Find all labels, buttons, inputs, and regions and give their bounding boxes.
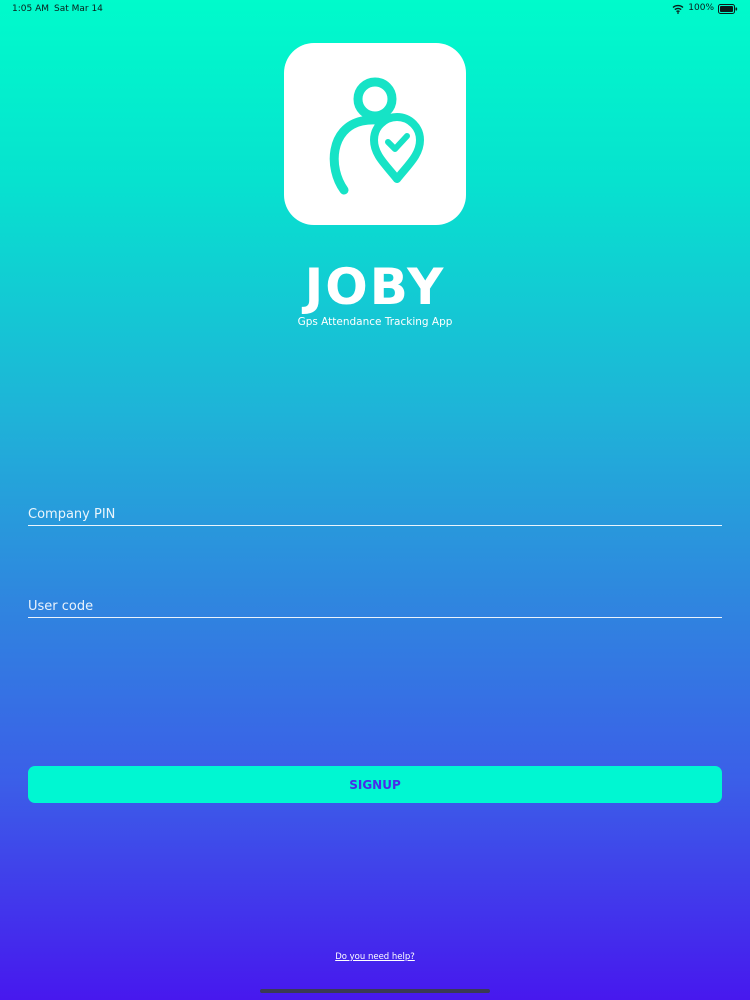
status-time: 1:05 AM — [12, 4, 49, 14]
wifi-icon — [672, 4, 684, 14]
status-bar: 1:05 AM Sat Mar 14 100% — [0, 0, 750, 18]
user-code-input[interactable] — [28, 595, 722, 618]
person-location-check-icon — [329, 77, 424, 195]
app-logo — [284, 43, 466, 225]
status-indicators: 100% — [672, 3, 738, 14]
battery-icon — [718, 3, 738, 14]
battery-percent: 100% — [688, 3, 714, 13]
app-title: JOBY — [304, 258, 446, 316]
company-pin-field — [28, 503, 722, 526]
status-date: Sat Mar 14 — [54, 4, 103, 14]
home-indicator[interactable] — [260, 989, 490, 993]
signup-button[interactable]: SIGNUP — [28, 766, 722, 803]
user-code-field — [28, 595, 722, 618]
app-subtitle: Gps Attendance Tracking App — [297, 316, 453, 328]
help-link[interactable]: Do you need help? — [0, 952, 750, 962]
company-pin-input[interactable] — [28, 503, 722, 526]
